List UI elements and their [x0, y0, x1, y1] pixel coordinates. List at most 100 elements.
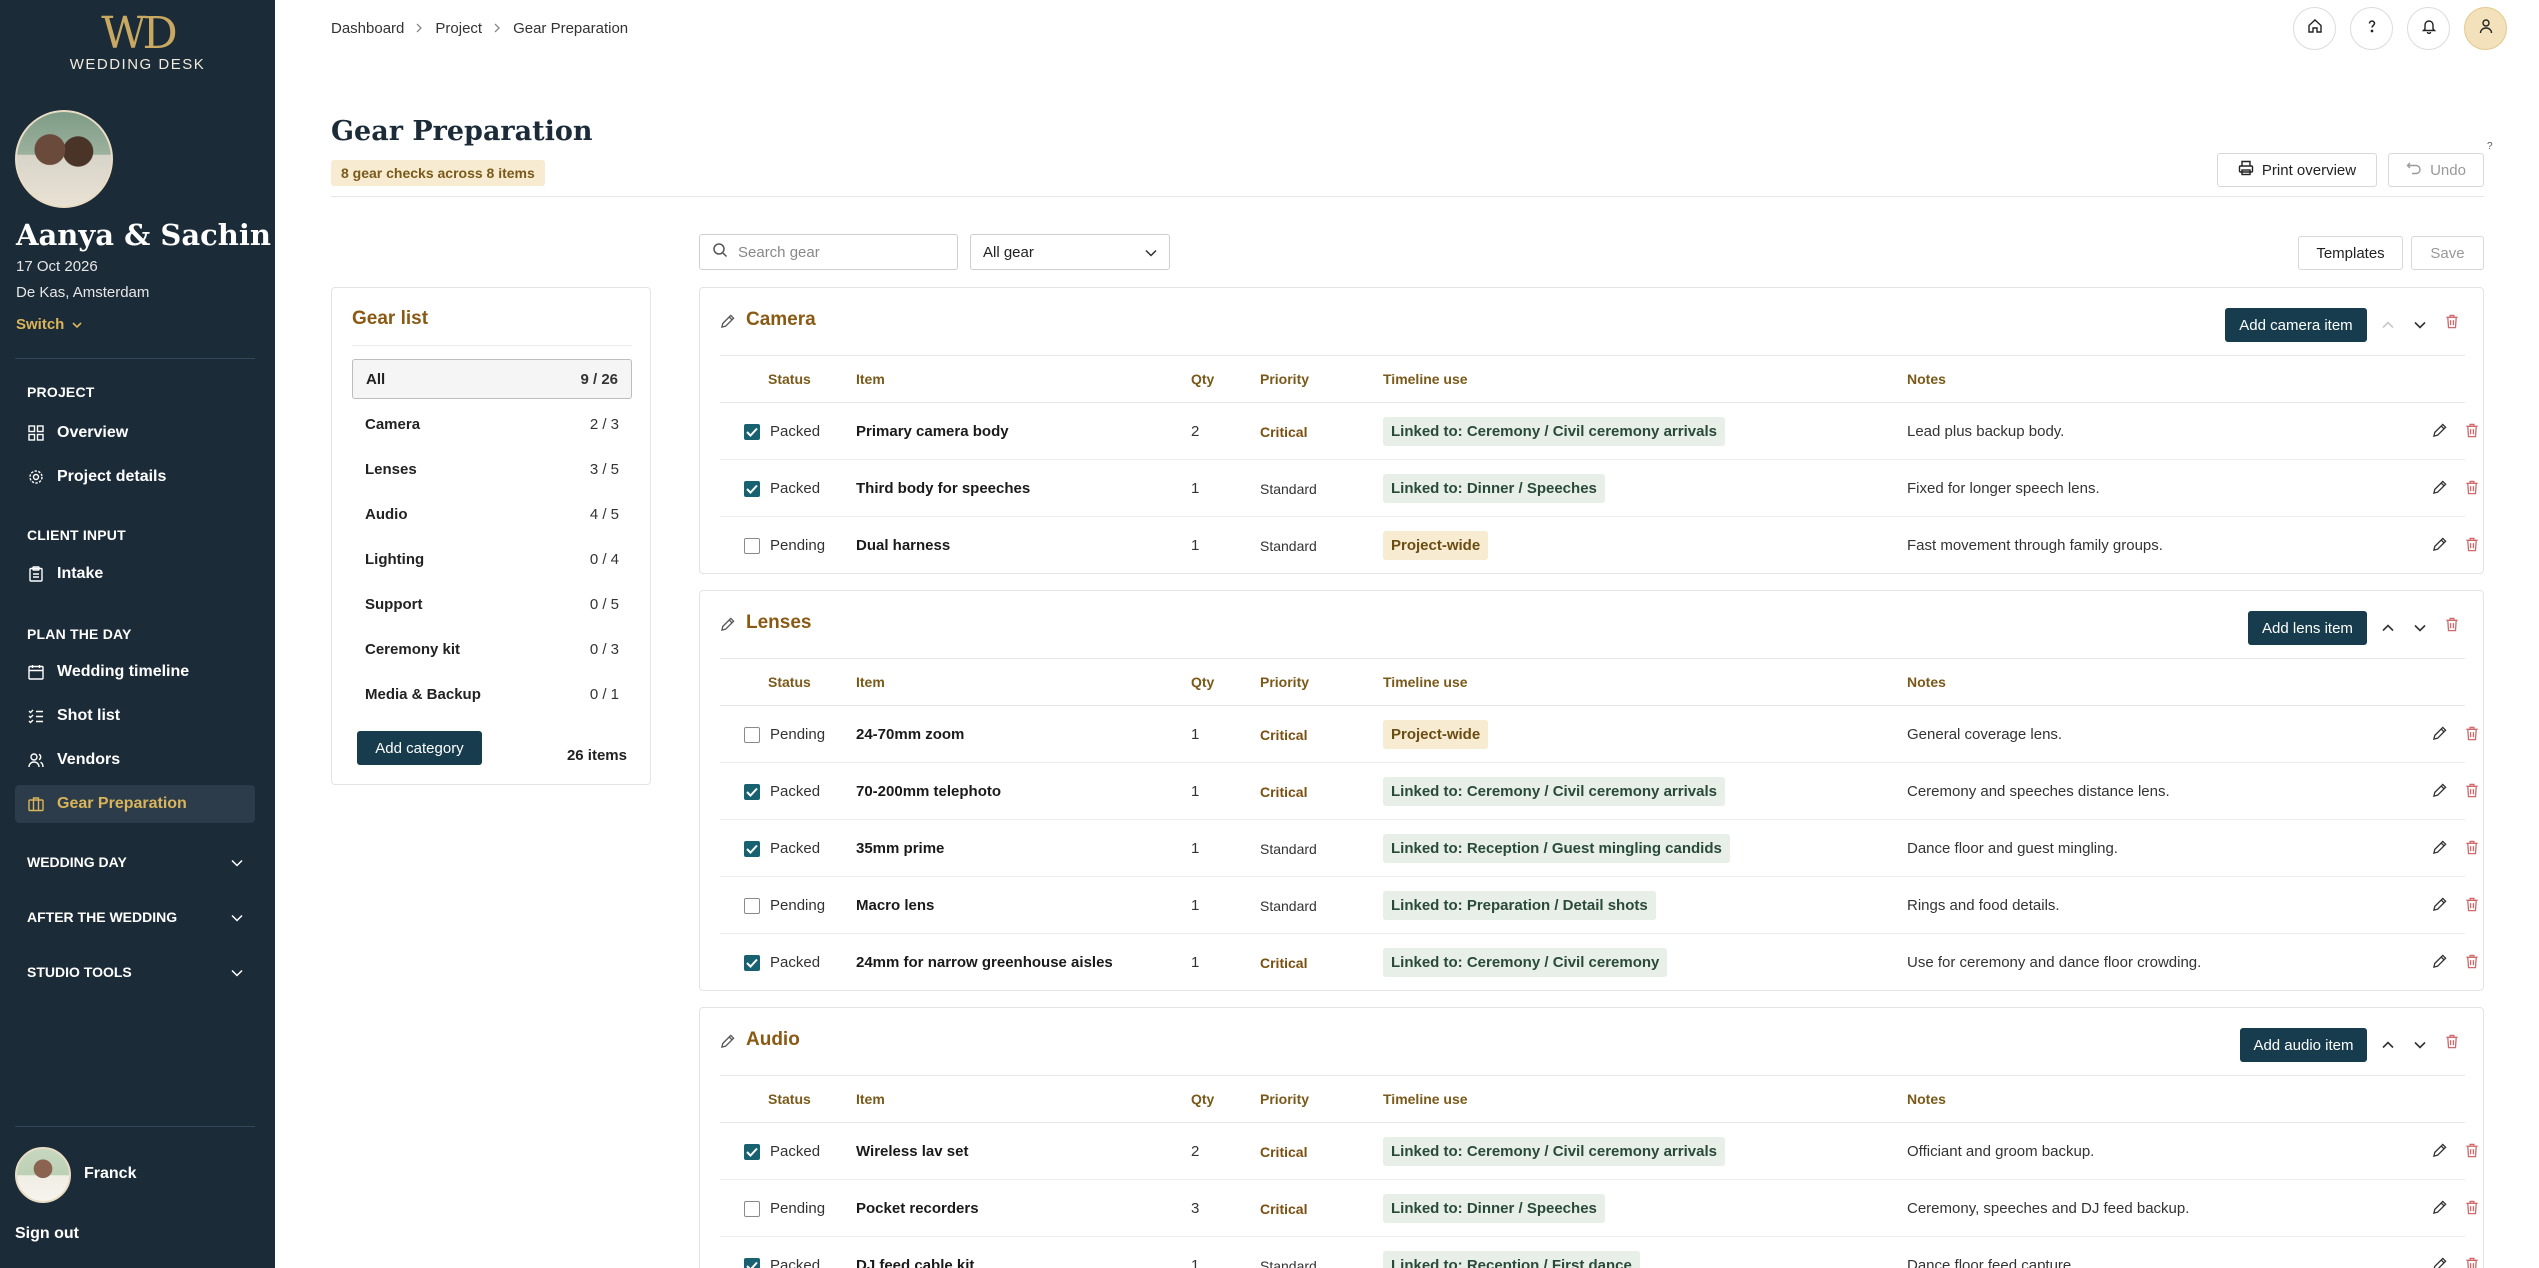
edit-row-icon[interactable] [2432, 954, 2447, 974]
section-toggle-studio-tools[interactable]: STUDIO TOOLS [15, 957, 255, 987]
move-down-icon[interactable] [2414, 316, 2426, 334]
pencil-icon[interactable] [720, 314, 735, 334]
delete-row-icon[interactable] [2465, 423, 2479, 443]
delete-row-icon[interactable] [2465, 480, 2479, 500]
gear-category-media-backup[interactable]: Media & Backup 0 / 1 [352, 674, 632, 714]
switch-project-button[interactable]: Switch [16, 316, 82, 333]
move-up-icon[interactable] [2382, 316, 2394, 334]
search-input[interactable] [738, 243, 938, 261]
edit-row-icon[interactable] [2432, 840, 2447, 860]
packed-checkbox[interactable] [744, 954, 760, 971]
gear-category-support[interactable]: Support 0 / 5 [352, 584, 632, 624]
gear-category-lighting[interactable]: Lighting 0 / 4 [352, 539, 632, 579]
timeline-pill[interactable]: Linked to: Ceremony / Civil ceremony arr… [1383, 777, 1725, 806]
delete-row-icon[interactable] [2465, 1257, 2479, 1268]
table-row: Pending Dual harness 1 Standard Project-wide… [720, 517, 2478, 574]
edit-row-icon[interactable] [2432, 537, 2447, 557]
sidebar-item-wedding-timeline[interactable]: Wedding timeline [15, 653, 255, 691]
delete-row-icon[interactable] [2465, 537, 2479, 557]
gear-category-audio[interactable]: Audio 4 / 5 [352, 494, 632, 534]
sidebar-item-project-details[interactable]: Project details [15, 458, 255, 496]
packed-checkbox[interactable] [744, 1143, 760, 1160]
logo[interactable]: WD WEDDING DESK [0, 8, 275, 73]
delete-row-icon[interactable] [2465, 1200, 2479, 1220]
timeline-pill[interactable]: Project-wide [1383, 531, 1489, 560]
delete-row-icon[interactable] [2465, 840, 2479, 860]
search-box[interactable] [699, 234, 958, 270]
move-down-icon[interactable] [2414, 1036, 2426, 1054]
timeline-pill[interactable]: Linked to: Dinner / Speeches [1383, 474, 1605, 503]
priority-value: Standard [1260, 480, 1317, 497]
packed-checkbox[interactable] [744, 1200, 760, 1217]
pencil-icon[interactable] [720, 617, 735, 637]
delete-row-icon[interactable] [2465, 897, 2479, 917]
breadcrumb-dashboard[interactable]: Dashboard [331, 20, 404, 37]
timeline-pill[interactable]: Linked to: Reception / Guest mingling ca… [1383, 834, 1730, 863]
sidebar-item-overview[interactable]: Overview [15, 414, 255, 452]
move-up-icon[interactable] [2382, 1036, 2394, 1054]
user-avatar[interactable] [15, 1147, 71, 1203]
section-toggle-wedding-day[interactable]: WEDDING DAY [15, 847, 255, 877]
edit-row-icon[interactable] [2432, 1143, 2447, 1163]
print-overview-button[interactable]: Print overview [2217, 153, 2377, 187]
templates-button[interactable]: Templates [2298, 236, 2403, 270]
delete-row-icon[interactable] [2465, 726, 2479, 746]
gear-category-lenses[interactable]: Lenses 3 / 5 [352, 449, 632, 489]
home-button[interactable] [2293, 7, 2336, 50]
add-item-button[interactable]: Add audio item [2240, 1028, 2367, 1062]
edit-row-icon[interactable] [2432, 1200, 2447, 1220]
move-down-icon[interactable] [2414, 619, 2426, 637]
packed-checkbox[interactable] [744, 537, 760, 554]
edit-row-icon[interactable] [2432, 480, 2447, 500]
breadcrumb-project[interactable]: Project [435, 20, 482, 37]
delete-category-icon[interactable] [2445, 1034, 2459, 1054]
delete-row-icon[interactable] [2465, 954, 2479, 974]
gear-filter-select[interactable]: All gear [970, 234, 1170, 270]
packed-checkbox[interactable] [744, 783, 760, 800]
packed-checkbox[interactable] [744, 726, 760, 743]
delete-row-icon[interactable] [2465, 783, 2479, 803]
sidebar-item-gear-preparation[interactable]: Gear Preparation [15, 785, 255, 823]
timeline-pill[interactable]: Linked to: Preparation / Detail shots [1383, 891, 1656, 920]
sidebar-item-vendors[interactable]: Vendors [15, 741, 255, 779]
qty-cell: 3 [1191, 1180, 1199, 1237]
move-up-icon[interactable] [2382, 619, 2394, 637]
pencil-icon[interactable] [720, 1034, 735, 1054]
packed-checkbox[interactable] [744, 897, 760, 914]
timeline-pill[interactable]: Linked to: Ceremony / Civil ceremony arr… [1383, 417, 1725, 446]
timeline-pill[interactable]: Linked to: Reception / First dance [1383, 1251, 1640, 1268]
edit-row-icon[interactable] [2432, 726, 2447, 746]
gear-category-all[interactable]: All 9 / 26 [352, 359, 632, 399]
timeline-pill[interactable]: Linked to: Ceremony / Civil ceremony [1383, 948, 1668, 977]
gear-category-ceremony-kit[interactable]: Ceremony kit 0 / 3 [352, 629, 632, 669]
packed-checkbox[interactable] [744, 423, 760, 440]
qty-cell: 2 [1191, 1123, 1199, 1180]
timeline-pill[interactable]: Linked to: Ceremony / Civil ceremony arr… [1383, 1137, 1725, 1166]
timeline-pill[interactable]: Project-wide [1383, 720, 1489, 749]
packed-checkbox[interactable] [744, 480, 760, 497]
edit-row-icon[interactable] [2432, 423, 2447, 443]
delete-category-icon[interactable] [2445, 314, 2459, 334]
packed-checkbox[interactable] [744, 1257, 760, 1268]
account-button[interactable] [2464, 7, 2507, 50]
edit-row-icon[interactable] [2432, 1257, 2447, 1268]
help-mark[interactable]: ? [2487, 141, 2493, 152]
add-item-button[interactable]: Add lens item [2248, 611, 2367, 645]
section-toggle-after-the-wedding[interactable]: AFTER THE WEDDING [15, 902, 255, 932]
sidebar-item-shot-list[interactable]: Shot list [15, 697, 255, 735]
add-item-button[interactable]: Add camera item [2225, 308, 2367, 342]
undo-button[interactable]: Undo [2388, 153, 2484, 187]
sidebar-item-intake[interactable]: Intake [15, 555, 255, 593]
save-button[interactable]: Save [2411, 236, 2484, 270]
help-button[interactable] [2350, 7, 2393, 50]
delete-category-icon[interactable] [2445, 617, 2459, 637]
edit-row-icon[interactable] [2432, 897, 2447, 917]
sign-out-link[interactable]: Sign out [15, 1225, 79, 1243]
notifications-button[interactable] [2407, 7, 2450, 50]
gear-category-camera[interactable]: Camera 2 / 3 [352, 404, 632, 444]
packed-checkbox[interactable] [744, 840, 760, 857]
delete-row-icon[interactable] [2465, 1143, 2479, 1163]
add-category-button[interactable]: Add category [357, 731, 482, 765]
edit-row-icon[interactable] [2432, 783, 2447, 803]
timeline-pill[interactable]: Linked to: Dinner / Speeches [1383, 1194, 1605, 1223]
